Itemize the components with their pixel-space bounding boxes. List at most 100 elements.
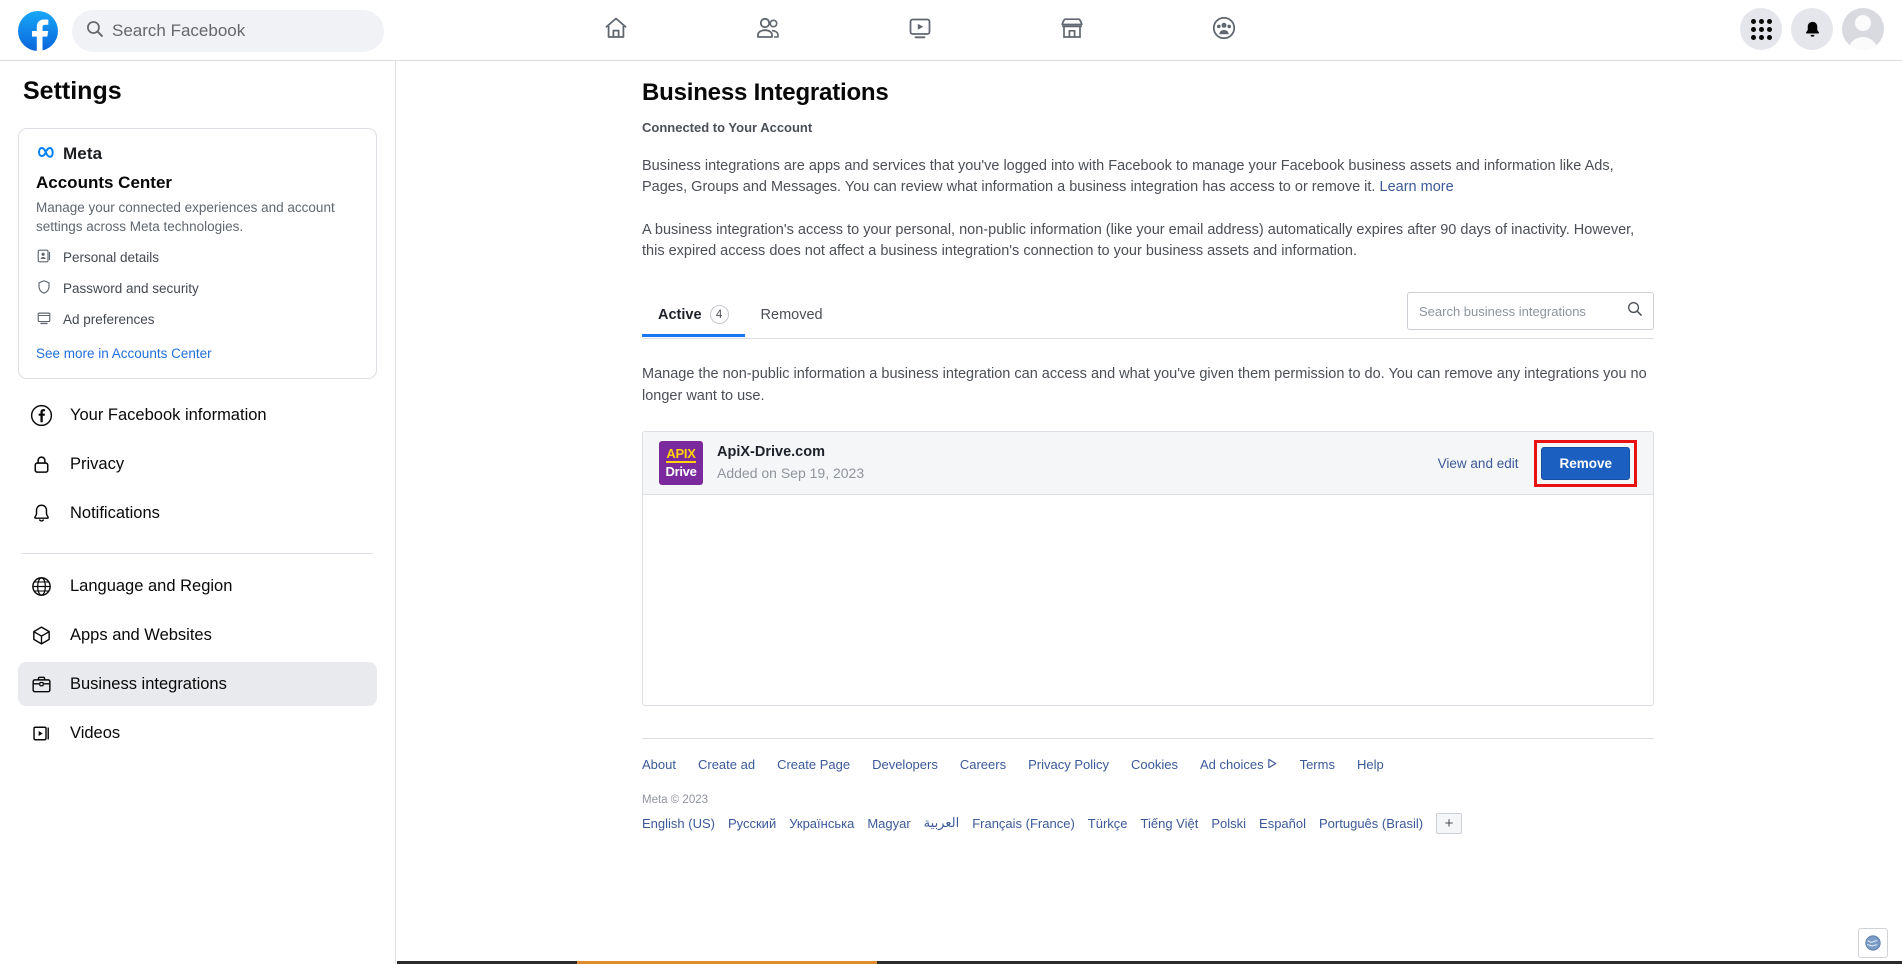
accounts-link-label: Password and security: [63, 281, 199, 297]
tab-active[interactable]: Active 4: [642, 292, 745, 337]
avatar-body: [1848, 37, 1878, 50]
sidebar-item-language-and-region[interactable]: Language and Region: [18, 564, 377, 608]
marketplace-storefront-icon: [1058, 14, 1086, 47]
bell-icon[interactable]: [1791, 8, 1833, 50]
footer-link-privacy-policy[interactable]: Privacy Policy: [1028, 757, 1109, 772]
sidebar-item-notifications[interactable]: Notifications: [18, 491, 377, 535]
logo-line-2: Drive: [665, 464, 697, 480]
home-icon: [602, 14, 630, 47]
adchoices-icon: [1267, 757, 1278, 772]
view-and-edit-link[interactable]: View and edit: [1438, 456, 1519, 471]
meta-brand: Meta: [36, 144, 359, 164]
sidebar-item-label: Videos: [70, 723, 121, 742]
accounts-link-personal-details[interactable]: Personal details: [36, 248, 359, 267]
accounts-center-heading: Accounts Center: [36, 173, 173, 192]
page-title: Settings: [23, 77, 122, 105]
globe-widget-icon[interactable]: [1858, 928, 1888, 958]
accounts-link-ad-preferences[interactable]: Ad preferences: [36, 310, 359, 329]
nav-marketplace[interactable]: [1016, 2, 1128, 58]
facebook-circle-icon: [29, 404, 53, 427]
sidebar-item-videos[interactable]: Videos: [18, 711, 377, 755]
footer-link-create-ad[interactable]: Create ad: [698, 757, 755, 772]
footer-link-ad-choices[interactable]: Ad choices: [1200, 757, 1278, 772]
language-list: English (US) Русский Українська Magyar ا…: [642, 812, 1654, 834]
language-portugues-brasil[interactable]: Português (Brasil): [1319, 816, 1423, 831]
footer-link-help[interactable]: Help: [1357, 757, 1384, 772]
footer-link-create-page[interactable]: Create Page: [777, 757, 850, 772]
integration-added-date: Added on Sep 19, 2023: [717, 465, 865, 482]
cube-icon: [29, 624, 53, 647]
integration-info: ApiX-Drive.com Added on Sep 19, 2023: [717, 444, 864, 481]
more-languages-button[interactable]: +: [1436, 812, 1463, 834]
footer-link-developers[interactable]: Developers: [872, 757, 938, 772]
content-title: Business Integrations: [642, 79, 889, 106]
learn-more-link[interactable]: Learn more: [1380, 179, 1454, 195]
footer-link-about[interactable]: About: [642, 757, 676, 772]
sidebar-item-label: Apps and Websites: [70, 625, 212, 644]
footer-link-terms[interactable]: Terms: [1300, 757, 1335, 772]
nav-home[interactable]: [560, 2, 672, 58]
shield-icon: [36, 279, 52, 298]
sidebar-item-label: Notifications: [70, 503, 160, 522]
friends-icon: [754, 14, 782, 47]
search-icon: [86, 20, 103, 42]
language-espanol[interactable]: Español: [1259, 816, 1306, 831]
accounts-link-password-security[interactable]: Password and security: [36, 279, 359, 298]
footer: About Create ad Create Page Developers C…: [642, 737, 1654, 834]
footer-link-cookies[interactable]: Cookies: [1131, 757, 1178, 772]
search-input[interactable]: Search Facebook: [72, 10, 384, 52]
nav-friends[interactable]: [712, 2, 824, 58]
sidebar-item-privacy[interactable]: Privacy: [18, 442, 377, 486]
integration-search-input[interactable]: Search business integrations: [1407, 292, 1654, 331]
remove-button[interactable]: Remove: [1541, 446, 1630, 480]
video-play-icon: [29, 722, 53, 745]
active-count-badge: 4: [709, 305, 729, 325]
briefcase-icon: [29, 673, 53, 696]
sidebar-item-your-facebook-information[interactable]: Your Facebook information: [18, 393, 377, 437]
tab-active-label: Active: [658, 306, 702, 323]
sidebar-item-label: Business integrations: [70, 674, 227, 693]
logo-line-1: APIX: [666, 446, 696, 464]
avatar[interactable]: [1842, 8, 1884, 50]
grid-menu-icon[interactable]: [1740, 8, 1782, 50]
copyright-text: Meta © 2023: [642, 793, 709, 806]
language-tieng-viet[interactable]: Tiếng Việt: [1141, 816, 1199, 831]
intro-paragraph-1-text: Business integrations are apps and servi…: [642, 158, 1614, 196]
accounts-link-label: Ad preferences: [63, 312, 155, 328]
manage-note: Manage the non-public information a busi…: [642, 366, 1647, 404]
globe-icon: [29, 575, 53, 598]
language-ukrainian[interactable]: Українська: [789, 816, 854, 831]
top-navigation-bar: Search Facebook: [0, 0, 1902, 61]
watch-video-icon: [906, 14, 934, 47]
settings-sidebar: Settings Meta Accounts Center Manage you…: [0, 61, 396, 964]
language-francais[interactable]: Français (France): [972, 816, 1075, 831]
meta-label: Meta: [63, 144, 103, 163]
bell-outline-icon: [29, 502, 53, 525]
language-arabic[interactable]: العربية: [924, 815, 960, 831]
search-icon: [1627, 301, 1642, 321]
footer-link-careers[interactable]: Careers: [960, 757, 1006, 772]
sidebar-divider: [22, 553, 373, 555]
grid-dots: [1750, 18, 1772, 40]
language-polski[interactable]: Polski: [1211, 816, 1246, 831]
nav-watch[interactable]: [864, 2, 976, 58]
integration-row: APIX Drive ApiX-Drive.com Added on Sep 1…: [643, 431, 1653, 495]
main-content: Business Integrations Connected to Your …: [397, 61, 1902, 964]
language-magyar[interactable]: Magyar: [867, 816, 910, 831]
integration-tabs: Active 4 Removed Search business integra…: [642, 292, 1654, 340]
tab-removed-label: Removed: [760, 306, 823, 323]
language-turkce[interactable]: Türkçe: [1088, 816, 1128, 831]
facebook-logo-icon[interactable]: [18, 11, 58, 51]
see-more-accounts-center-link[interactable]: See more in Accounts Center: [36, 346, 359, 361]
intro-paragraph-2: A business integration's access to your …: [642, 221, 1635, 259]
sidebar-item-business-integrations[interactable]: Business integrations: [18, 662, 377, 707]
remove-button-highlight: Remove: [1534, 439, 1637, 487]
tab-removed[interactable]: Removed: [745, 292, 839, 337]
sidebar-item-apps-and-websites[interactable]: Apps and Websites: [18, 613, 377, 657]
search-placeholder: Search Facebook: [112, 21, 246, 40]
intro-paragraph-1: Business integrations are apps and servi…: [642, 156, 1652, 199]
language-english-us[interactable]: English (US): [642, 816, 715, 831]
nav-groups[interactable]: [1168, 2, 1280, 58]
sidebar-item-label: Language and Region: [70, 576, 233, 595]
language-russian[interactable]: Русский: [728, 816, 776, 831]
